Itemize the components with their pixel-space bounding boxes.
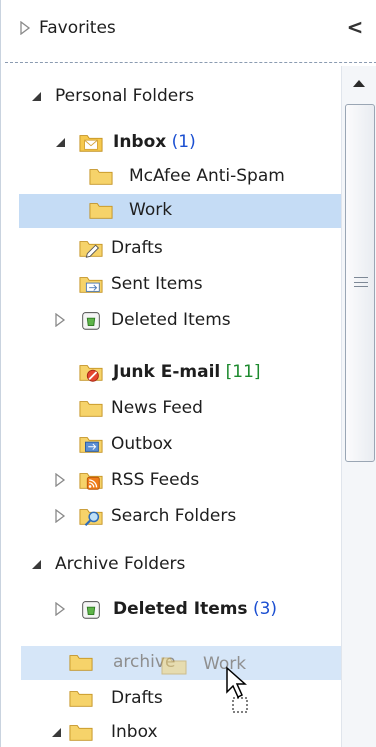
tree-item-label: Deleted Items: [113, 599, 248, 619]
triangle-right-icon[interactable]: [53, 313, 67, 327]
divider: [5, 62, 376, 63]
tree-item-sent-items[interactable]: Sent Items: [1, 268, 341, 302]
folder-icon: [69, 655, 93, 671]
item-count: [11]: [225, 362, 261, 382]
rss-icon: [79, 473, 103, 490]
tree-item-archive-deleted-items[interactable]: Deleted Items (3): [1, 593, 341, 627]
tree-item-label: Search Folders: [111, 506, 237, 526]
folder-pane: Favorites < Personal Folders Inbox (1) M…: [0, 0, 376, 747]
folder-icon: [69, 691, 93, 707]
unread-count: (1): [171, 132, 196, 152]
tree-item-label: RSS Feeds: [111, 470, 200, 490]
tree-item-label: Outbox: [111, 434, 173, 454]
folder-icon: [79, 401, 103, 417]
tree-item-junk-email[interactable]: Junk E-mail [11]: [1, 356, 341, 390]
tree-item-label: Deleted Items: [111, 310, 231, 330]
folder-icon: [89, 169, 113, 185]
tree-item-inbox[interactable]: Inbox (1): [1, 126, 341, 160]
outbox-icon: [79, 437, 103, 453]
tree-item-label: Drafts: [111, 238, 163, 258]
tree-item-label: Sent Items: [111, 274, 203, 294]
tree-item-label: Inbox: [111, 722, 158, 742]
folder-icon: [161, 657, 187, 675]
tree-item-label: News Feed: [111, 398, 203, 418]
deleted-icon: [82, 312, 100, 330]
cursor-icon: [226, 666, 248, 713]
tree-item-outbox[interactable]: Outbox: [1, 428, 341, 462]
sent-icon: [79, 277, 103, 293]
unread-count: (3): [252, 599, 278, 619]
scroll-thumb[interactable]: [345, 104, 375, 462]
scrollbar[interactable]: [341, 66, 376, 747]
tree-item-work[interactable]: Work: [19, 194, 341, 228]
mail-folder-icon: [79, 135, 103, 152]
triangle-right-icon[interactable]: [53, 473, 67, 487]
folder-tree: Personal Folders Inbox (1) McAfee Anti-S…: [1, 66, 341, 747]
favorites-label: Favorites: [39, 18, 116, 38]
tree-item-personal-folders[interactable]: Personal Folders: [1, 80, 341, 114]
tree-item-search-folders[interactable]: Search Folders: [1, 500, 341, 534]
tree-item-archive-inbox[interactable]: Inbox: [1, 716, 341, 747]
triangle-right-icon[interactable]: [53, 509, 67, 523]
tree-item-rss-feeds[interactable]: RSS Feeds: [1, 464, 341, 498]
folder-icon: [69, 725, 93, 741]
triangle-down-icon[interactable]: [29, 89, 43, 103]
tree-item-news-feed[interactable]: News Feed: [1, 392, 341, 426]
tree-item-archive-drafts[interactable]: Drafts: [1, 682, 341, 716]
tree-item-label: McAfee Anti-Spam: [129, 166, 285, 186]
favorites-header[interactable]: Favorites <: [1, 0, 376, 62]
scroll-grip-icon: [354, 277, 368, 287]
junk-icon: [79, 365, 103, 382]
triangle-right-icon[interactable]: [53, 602, 67, 616]
tree-item-label: Archive Folders: [55, 554, 186, 574]
collapse-pane-button[interactable]: <: [345, 14, 365, 40]
tree-item-label: Work: [129, 200, 173, 220]
tree-item-label: Drafts: [111, 688, 163, 708]
triangle-down-icon[interactable]: [53, 135, 67, 149]
triangle-right-icon[interactable]: [19, 21, 31, 35]
tree-item-mcafee-anti-spam[interactable]: McAfee Anti-Spam: [1, 160, 341, 194]
chevron-up-icon: [353, 80, 365, 87]
search-folder-icon: [79, 509, 103, 527]
scroll-up-button[interactable]: [344, 70, 374, 96]
drafts-icon: [79, 241, 103, 258]
tree-item-deleted-items[interactable]: Deleted Items: [1, 304, 341, 338]
tree-item-label: Junk E-mail: [113, 362, 221, 382]
tree-item-drafts[interactable]: Drafts: [1, 232, 341, 266]
deleted-icon: [82, 601, 100, 619]
folder-icon: [89, 203, 113, 219]
tree-item-label: Personal Folders: [55, 86, 195, 106]
triangle-down-icon[interactable]: [29, 557, 43, 571]
tree-item-archive-folders[interactable]: Archive Folders: [1, 548, 341, 582]
triangle-down-icon[interactable]: [49, 725, 63, 739]
tree-item-label: Inbox: [113, 132, 167, 152]
